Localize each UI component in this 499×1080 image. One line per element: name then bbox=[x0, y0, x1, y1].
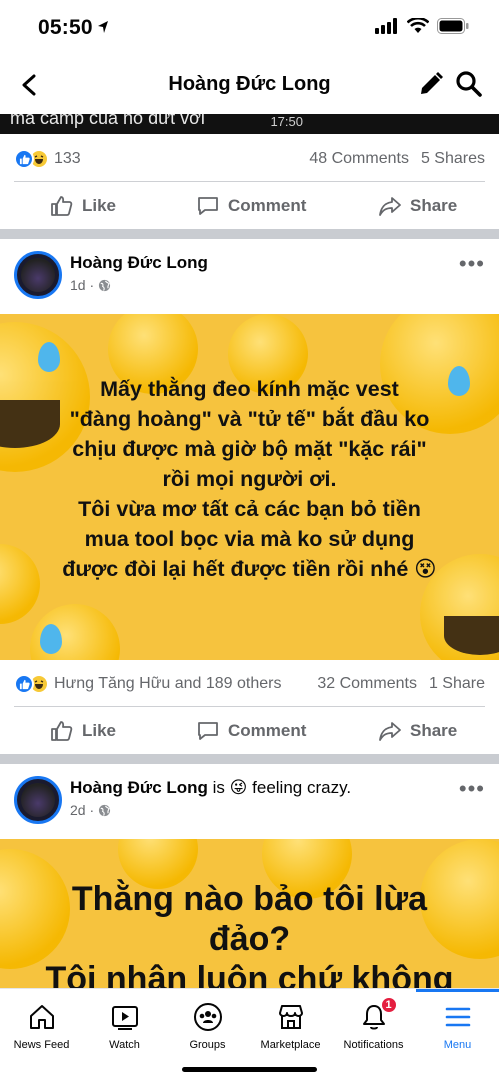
reactions-names: Hưng Tăng Hữu and 189 others bbox=[54, 675, 282, 692]
notification-badge: 1 bbox=[379, 996, 398, 1014]
post-image[interactable]: Thằng nào bảo tôi lừa đảo? Tôi nhận luôn… bbox=[0, 839, 499, 988]
more-options-button[interactable]: ••• bbox=[459, 251, 485, 277]
previous-post-actions: Like Comment Share bbox=[0, 181, 499, 231]
post-header: Hoàng Đức Long 1d · ••• bbox=[0, 245, 499, 315]
battery-icon bbox=[437, 18, 469, 34]
share-arrow-icon bbox=[379, 722, 401, 741]
tear-decoration bbox=[40, 624, 62, 654]
tab-menu[interactable]: Menu bbox=[416, 989, 499, 1059]
tab-notifications[interactable]: 1 Notifications bbox=[332, 989, 415, 1059]
pencil-icon bbox=[421, 72, 443, 94]
thumbs-up-icon bbox=[51, 196, 73, 216]
post-author-line: Hoàng Đức Long is 😜 feeling crazy. bbox=[70, 778, 351, 798]
share-label: Share bbox=[410, 721, 458, 740]
comment-label: Comment bbox=[228, 196, 307, 215]
post-meta: 2d · bbox=[70, 802, 111, 818]
home-indicator[interactable] bbox=[182, 1067, 317, 1072]
bottom-tab-bar: News Feed Watch Groups Marketplace 1 Not… bbox=[0, 988, 499, 1080]
globe-icon bbox=[99, 804, 111, 816]
feeling-emoji: 😜 bbox=[229, 778, 248, 797]
more-options-button[interactable]: ••• bbox=[459, 776, 485, 802]
video-caption: mà camp của nó dứt với bbox=[10, 114, 205, 128]
groups-icon bbox=[192, 1001, 224, 1033]
status-icons bbox=[375, 18, 469, 34]
previous-post-stats: 133 48 Comments 5 Shares bbox=[0, 137, 499, 181]
watch-icon bbox=[109, 1001, 141, 1033]
comment-icon bbox=[198, 197, 218, 215]
avatar[interactable] bbox=[14, 776, 62, 824]
reactions-summary[interactable]: 133 bbox=[14, 149, 81, 169]
nav-bar: Hoàng Đức Long bbox=[0, 56, 499, 114]
status-time: 05:50 bbox=[38, 16, 93, 39]
edit-button[interactable] bbox=[417, 70, 447, 100]
bell-icon: 1 bbox=[358, 996, 398, 1033]
status-bar: 05:50 bbox=[0, 0, 499, 56]
home-icon bbox=[26, 1001, 58, 1033]
share-button[interactable]: Share bbox=[378, 181, 457, 231]
comment-icon bbox=[198, 722, 218, 740]
like-button[interactable]: Like bbox=[50, 706, 116, 756]
comments-count[interactable]: 48 Comments bbox=[309, 150, 409, 168]
thumbs-up-icon bbox=[51, 721, 73, 741]
post-separator bbox=[0, 229, 499, 239]
comment-label: Comment bbox=[228, 721, 307, 740]
feeling-prefix: is bbox=[212, 778, 225, 797]
reactions-summary[interactable]: Hưng Tăng Hữu and 189 others bbox=[14, 674, 282, 694]
like-label: Like bbox=[82, 721, 117, 740]
tab-marketplace[interactable]: Marketplace bbox=[249, 989, 332, 1059]
post-author[interactable]: Hoàng Đức Long bbox=[70, 778, 208, 797]
post-actions: Like Comment Share bbox=[0, 706, 499, 756]
post-stats: Hưng Tăng Hữu and 189 others 32 Comments… bbox=[0, 662, 499, 706]
post-text: Mấy thằng đeo kính mặc vest "đàng hoàng"… bbox=[62, 377, 437, 581]
tab-groups[interactable]: Groups bbox=[166, 989, 249, 1059]
post-text: Thằng nào bảo tôi lừa đảo? Tôi nhận luôn… bbox=[45, 880, 454, 988]
location-arrow-icon bbox=[98, 21, 108, 33]
menu-icon bbox=[442, 1001, 474, 1033]
shares-count[interactable]: 1 Share bbox=[429, 675, 485, 693]
like-reaction-icon bbox=[14, 674, 34, 694]
like-label: Like bbox=[82, 196, 117, 215]
tab-news-feed[interactable]: News Feed bbox=[0, 989, 83, 1059]
reactions-count: 133 bbox=[54, 150, 81, 167]
wifi-icon bbox=[407, 18, 429, 33]
feeling-text: feeling crazy. bbox=[252, 778, 352, 797]
share-arrow-icon bbox=[379, 197, 401, 216]
tab-watch[interactable]: Watch bbox=[83, 989, 166, 1059]
video-timestamp: 17:50 bbox=[270, 114, 303, 129]
share-button[interactable]: Share bbox=[378, 706, 457, 756]
cellular-signal-icon bbox=[375, 18, 397, 34]
comment-button[interactable]: Comment bbox=[196, 706, 306, 756]
comments-count[interactable]: 32 Comments bbox=[317, 675, 417, 693]
like-button[interactable]: Like bbox=[50, 181, 116, 231]
globe-icon bbox=[99, 279, 111, 291]
post-meta: 1d · bbox=[70, 277, 111, 293]
post-time[interactable]: 1d · bbox=[70, 277, 94, 293]
shares-count[interactable]: 5 Shares bbox=[421, 150, 485, 168]
post-image[interactable]: Mấy thằng đeo kính mặc vest "đàng hoàng"… bbox=[0, 314, 499, 660]
like-reaction-icon bbox=[14, 149, 34, 169]
tear-decoration bbox=[38, 342, 60, 372]
marketplace-icon bbox=[275, 1001, 307, 1033]
post-author[interactable]: Hoàng Đức Long bbox=[70, 253, 208, 273]
post-header: Hoàng Đức Long is 😜 feeling crazy. 2d · … bbox=[0, 770, 499, 840]
post-time[interactable]: 2d · bbox=[70, 802, 94, 818]
search-button[interactable] bbox=[455, 70, 485, 100]
post-separator bbox=[0, 754, 499, 764]
comment-button[interactable]: Comment bbox=[196, 181, 306, 231]
search-icon bbox=[456, 71, 482, 97]
share-label: Share bbox=[410, 196, 458, 215]
previous-post-video[interactable]: mà camp của nó dứt với 17:50 bbox=[0, 114, 499, 134]
avatar[interactable] bbox=[14, 251, 62, 299]
